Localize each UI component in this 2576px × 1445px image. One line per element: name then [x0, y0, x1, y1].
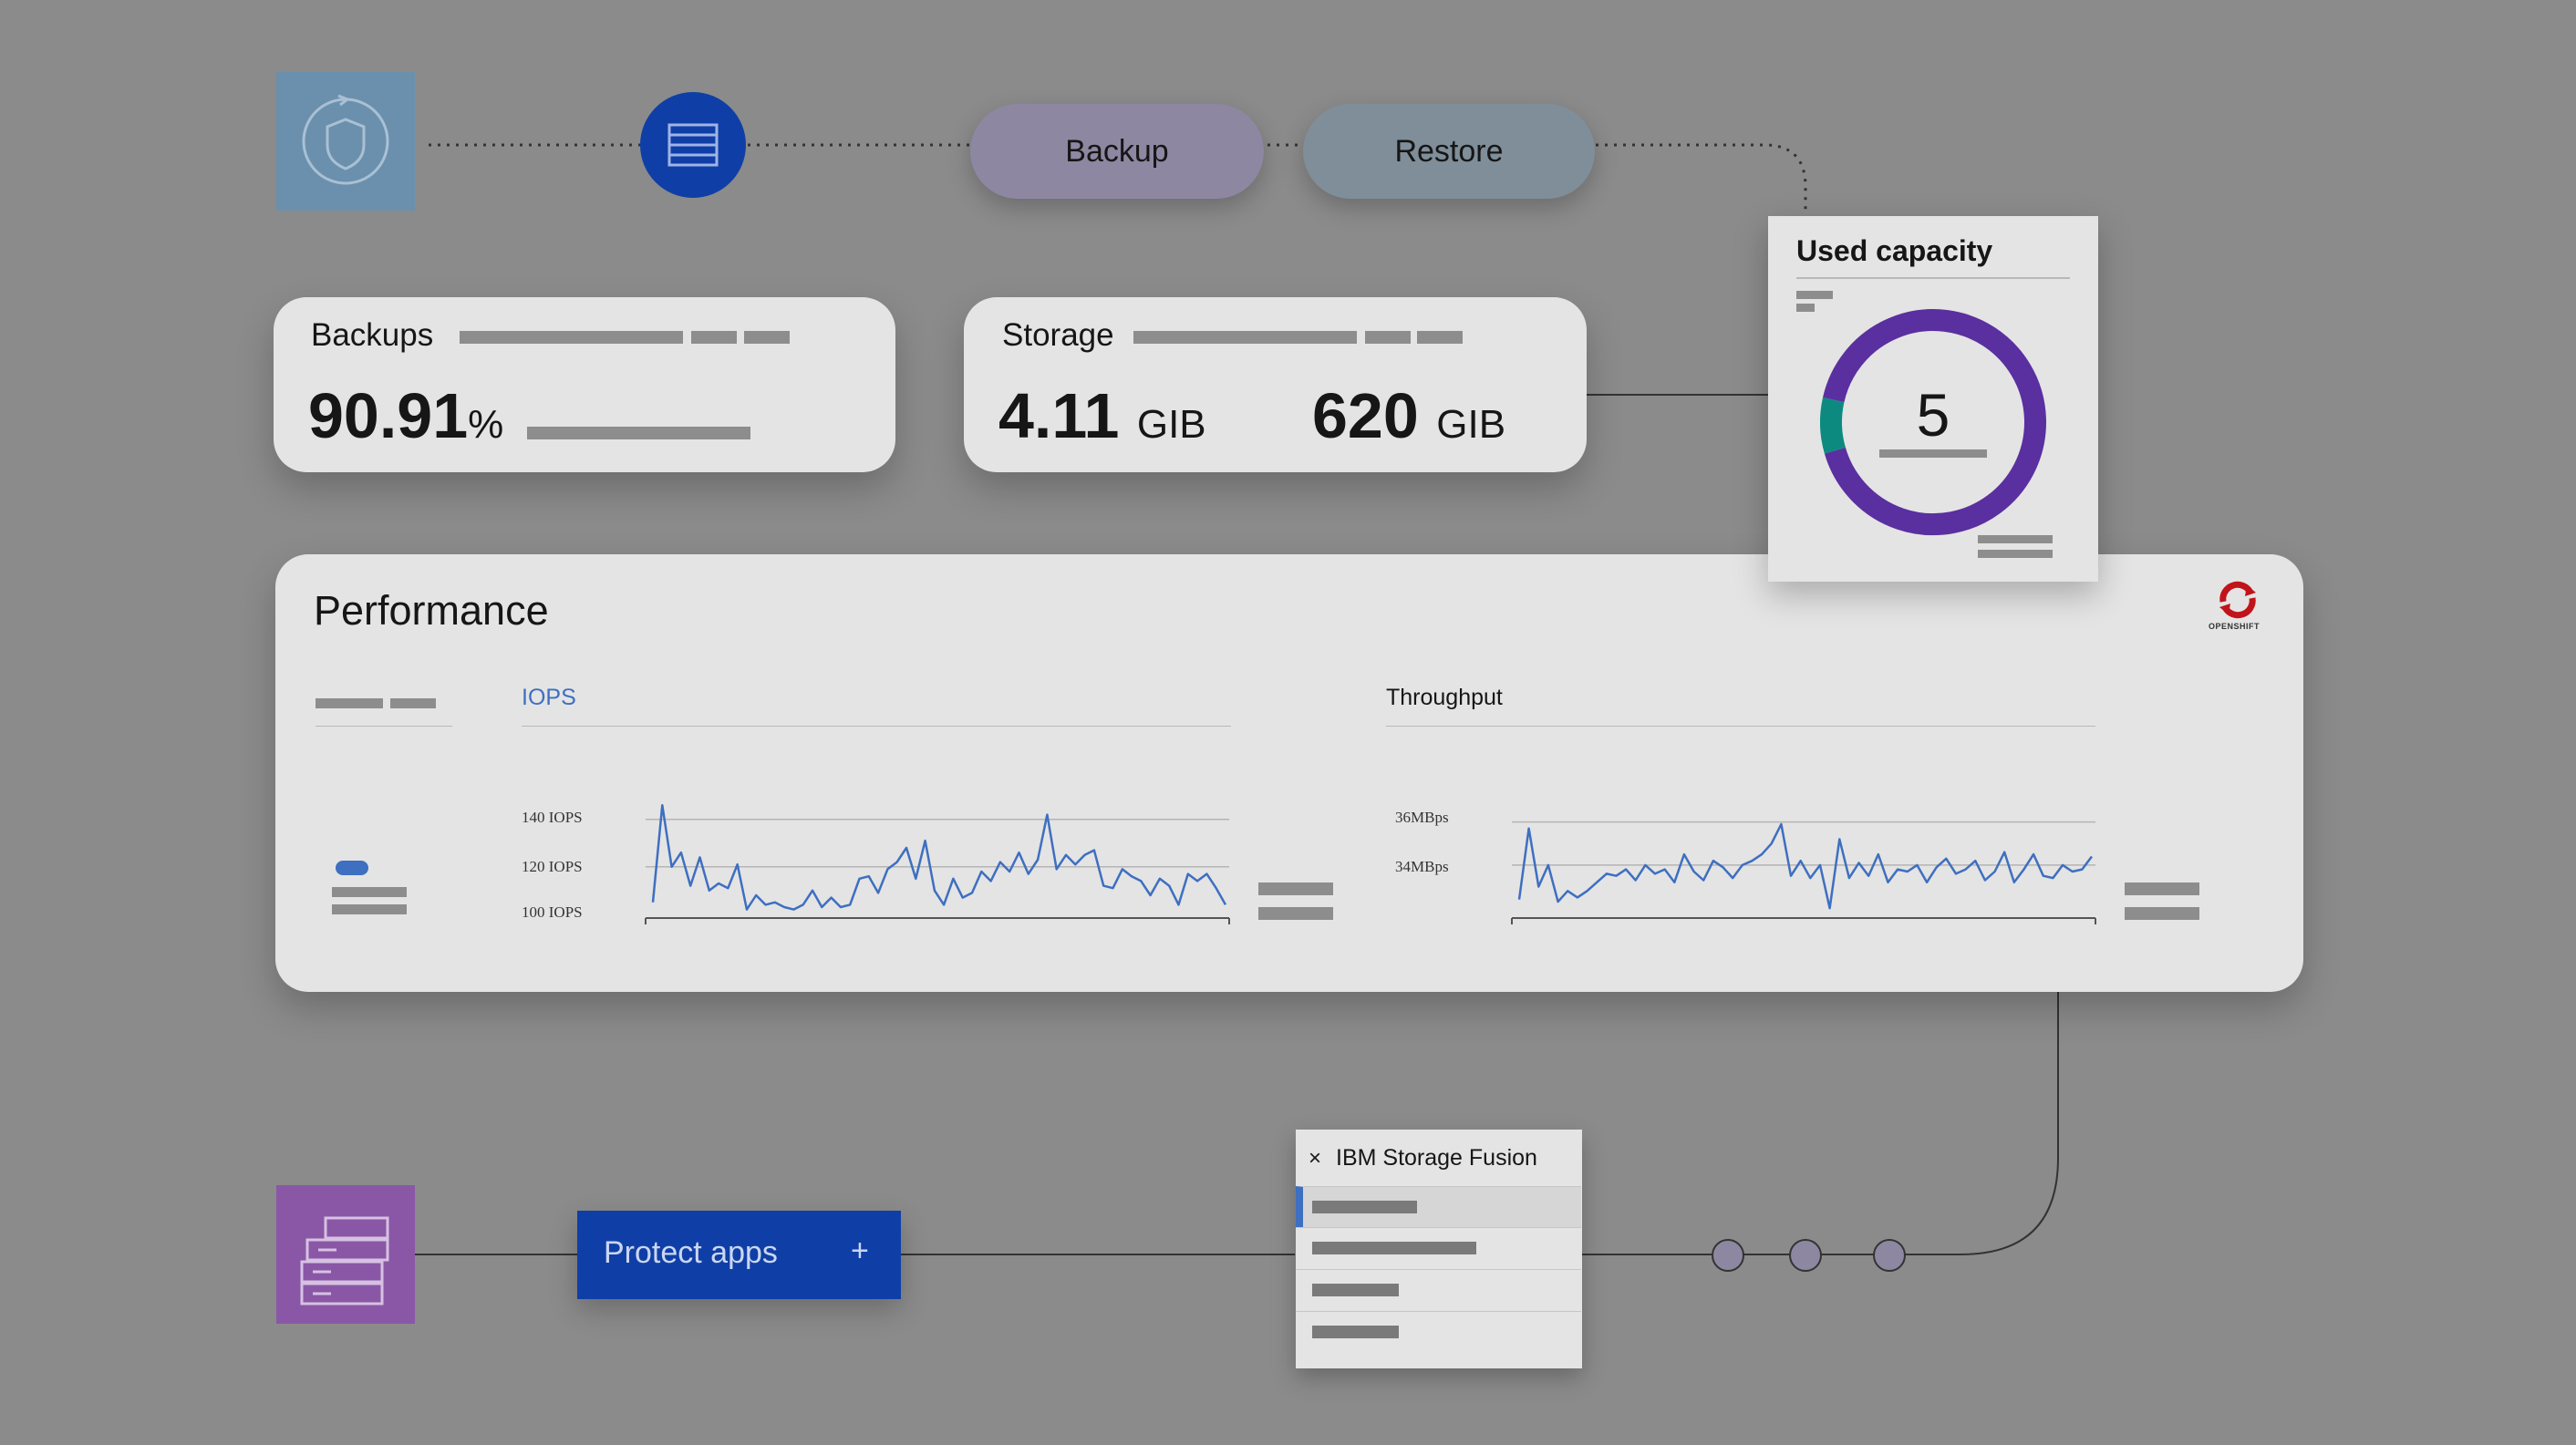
- menu-item[interactable]: [1296, 1186, 1581, 1227]
- storage-total-value: 620 GIB: [1312, 380, 1506, 451]
- iops-tick: 100 IOPS: [522, 903, 583, 921]
- iops-tick: 140 IOPS: [522, 809, 583, 826]
- backup-button[interactable]: Backup: [970, 104, 1264, 199]
- throughput-chart: [1511, 821, 2096, 924]
- placeholder-bar: [1796, 291, 1833, 299]
- placeholder-bar: [1365, 331, 1411, 344]
- iops-chart: [645, 803, 1230, 924]
- backups-unit: %: [468, 402, 504, 447]
- placeholder-bar: [1796, 304, 1815, 312]
- backups-title: Backups: [311, 317, 434, 353]
- menu-item[interactable]: [1296, 1227, 1581, 1268]
- storage-card: Storage 4.11 GIB 620 GIB: [964, 297, 1587, 472]
- throughput-tick: 36MBps: [1395, 809, 1449, 826]
- used-capacity-title: Used capacity: [1796, 234, 1993, 267]
- placeholder-bar: [1258, 907, 1333, 920]
- protect-apps-button[interactable]: Protect apps +: [577, 1211, 901, 1299]
- capacity-title-divider: [1796, 277, 2070, 279]
- placeholder-bar: [1133, 331, 1357, 344]
- openshift-logo: OPENSHIFT: [2201, 576, 2274, 640]
- placeholder-bar: [691, 331, 737, 344]
- performance-panel: Performance IOPS 140 IOPS 120 IOPS 100 I…: [275, 554, 2303, 992]
- placeholder-bar: [527, 427, 750, 439]
- fusion-menu-title: IBM Storage Fusion: [1336, 1145, 1537, 1171]
- placeholder-bar: [1258, 882, 1333, 895]
- placeholder-bar: [744, 331, 790, 344]
- iops-series-line: [651, 803, 1227, 911]
- placeholder-bar: [1978, 550, 2053, 558]
- protect-apps-label: Protect apps: [604, 1235, 778, 1270]
- storage-used-value: 4.11 GIB: [998, 380, 1206, 451]
- backups-card: Backups 90.91%: [274, 297, 895, 472]
- donut-slice: [1819, 397, 1847, 454]
- add-icon: +: [851, 1233, 869, 1268]
- iops-label[interactable]: IOPS: [522, 685, 576, 711]
- flow-node[interactable]: [1789, 1239, 1822, 1272]
- apps-stack-icon: [276, 1185, 415, 1324]
- iops-tick: 120 IOPS: [522, 858, 583, 875]
- placeholder-bar: [390, 698, 436, 708]
- placeholder-bar: [2125, 907, 2199, 920]
- throughput-tick: 34MBps: [1395, 858, 1449, 875]
- capacity-center-value: 5: [1916, 381, 1950, 449]
- openshift-caption: OPENSHIFT: [2209, 622, 2260, 631]
- placeholder-bar: [316, 698, 383, 708]
- performance-title: Performance: [314, 587, 549, 634]
- restore-button[interactable]: Restore: [1303, 104, 1595, 199]
- menu-item[interactable]: [1296, 1311, 1581, 1352]
- placeholder-bar: [1312, 1201, 1417, 1213]
- throughput-series-line: [1517, 822, 2093, 910]
- close-icon[interactable]: ×: [1309, 1146, 1321, 1171]
- placeholder-bar: [2125, 882, 2199, 895]
- placeholder-bar: [1417, 331, 1463, 344]
- throughput-label[interactable]: Throughput: [1386, 685, 1503, 711]
- backups-value: 90.91%: [308, 380, 504, 451]
- server-icon: [640, 92, 746, 198]
- series-swatch: [336, 861, 368, 875]
- throughput-header-divider: [1386, 726, 2095, 727]
- shield-icon: [276, 72, 415, 211]
- placeholder-bar: [1312, 1242, 1476, 1254]
- placeholder-bar: [1312, 1284, 1399, 1296]
- placeholder-bar: [1879, 449, 1987, 458]
- placeholder-bar: [1312, 1326, 1399, 1338]
- used-capacity-card: Used capacity 5: [1768, 216, 2098, 582]
- menu-item[interactable]: [1296, 1269, 1581, 1310]
- flow-node[interactable]: [1712, 1239, 1744, 1272]
- placeholder-bar: [460, 331, 683, 344]
- iops-header-divider: [522, 726, 1231, 727]
- fusion-dropdown[interactable]: × IBM Storage Fusion: [1296, 1130, 1582, 1368]
- placeholder-bar: [332, 904, 407, 914]
- placeholder-bar: [332, 887, 407, 897]
- storage-title: Storage: [1002, 317, 1114, 353]
- placeholder-bar: [1978, 535, 2053, 543]
- flow-node[interactable]: [1873, 1239, 1906, 1272]
- legend-divider: [316, 726, 452, 727]
